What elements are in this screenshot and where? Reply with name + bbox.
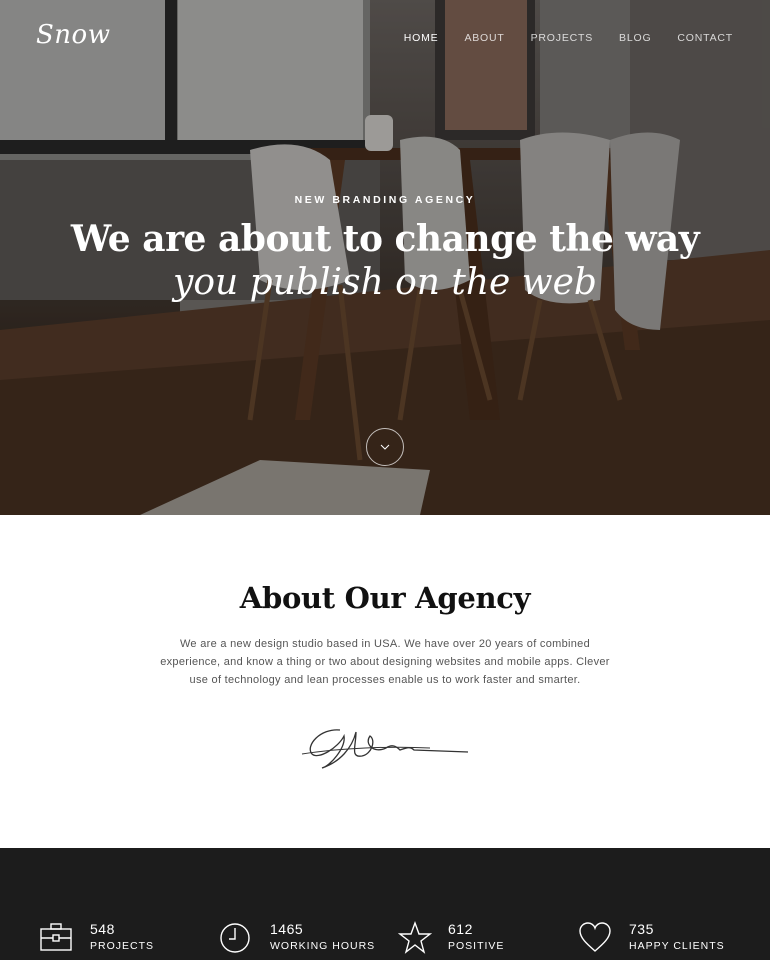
nav-item-blog[interactable]: BLOG — [619, 32, 651, 44]
hero-headline-italic: you publish on the web — [173, 262, 597, 303]
star-icon — [398, 920, 432, 954]
stat-happy-clients: 735 HAPPY CLIENTS — [579, 920, 725, 954]
scroll-down-button[interactable] — [366, 428, 404, 466]
main-nav: HOME ABOUT PROJECTS BLOG CONTACT — [404, 32, 733, 44]
nav-item-home[interactable]: HOME — [404, 32, 439, 44]
hero-section: Snow HOME ABOUT PROJECTS BLOG CONTACT NE… — [0, 0, 770, 515]
stat-label: PROJECTS — [90, 940, 155, 952]
stat-projects: 548 PROJECTS — [40, 920, 154, 954]
heart-icon — [579, 922, 611, 952]
hero-eyebrow: NEW BRANDING AGENCY — [294, 194, 476, 206]
stat-value: 1465 — [270, 921, 304, 937]
hero-headline: We are about to change the way — [70, 218, 700, 260]
stat-label: HAPPY CLIENTS — [629, 940, 725, 952]
chevron-down-icon — [380, 444, 390, 450]
nav-item-about[interactable]: ABOUT — [464, 32, 504, 44]
stat-positive: 612 POSITIVE — [398, 920, 504, 954]
brand-logo[interactable]: Snow — [36, 20, 110, 50]
about-section: About Our Agency We are a new design stu… — [0, 515, 770, 848]
about-title: About Our Agency — [239, 581, 531, 615]
nav-item-contact[interactable]: CONTACT — [677, 32, 733, 44]
briefcase-icon — [40, 923, 72, 951]
stat-working-hours: 1465 WORKING HOURS — [220, 920, 375, 954]
signature-image — [301, 729, 469, 769]
nav-item-projects[interactable]: PROJECTS — [531, 32, 593, 44]
stat-value: 735 — [629, 921, 654, 937]
stat-value: 612 — [448, 921, 473, 937]
stat-label: WORKING HOURS — [270, 940, 376, 952]
stat-value: 548 — [90, 921, 115, 937]
stats-section: 548 PROJECTS 1465 WORKING HOURS 612 POSI… — [0, 848, 770, 960]
about-body: We are a new design studio based in USA.… — [160, 638, 610, 686]
clock-icon — [220, 923, 250, 953]
stat-label: POSITIVE — [448, 940, 505, 952]
